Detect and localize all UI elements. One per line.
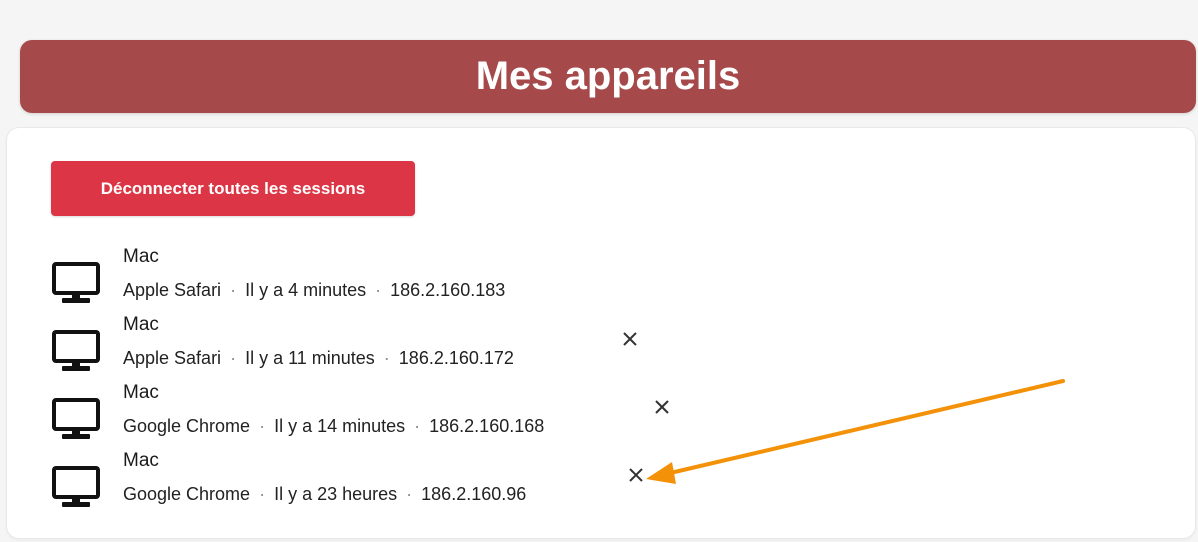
logout-all-sessions-button[interactable]: Déconnecter toutes les sessions [51, 161, 415, 216]
device-browser: Apple Safari [123, 348, 222, 368]
separator: · [230, 348, 237, 368]
separator: · [259, 416, 266, 436]
desktop-monitor-icon [52, 466, 100, 507]
device-details: Apple Safari · Il y a 11 minutes · 186.2.160… [123, 348, 514, 369]
separator: · [414, 416, 421, 436]
device-browser: Google Chrome [123, 416, 251, 436]
revoke-session-button[interactable] [625, 464, 647, 486]
device-item: Mac Google Chrome · Il y a 23 heures · 186.2… [51, 450, 751, 518]
device-item: Mac Google Chrome · Il y a 14 minutes · 186.… [51, 382, 751, 450]
separator: · [383, 348, 390, 368]
device-details: Google Chrome · Il y a 23 heures · 186.2.160… [123, 484, 526, 505]
device-name: Mac [123, 246, 159, 267]
page-title: Mes appareils [475, 54, 741, 98]
device-last-seen: Il y a 23 heures [274, 484, 398, 504]
separator: · [230, 280, 237, 300]
separator: · [406, 484, 413, 504]
close-icon [623, 332, 637, 346]
separator: · [259, 484, 266, 504]
revoke-session-button[interactable] [651, 396, 673, 418]
page-header: Mes appareils [20, 40, 1196, 113]
revoke-session-button[interactable] [619, 328, 641, 350]
device-item: Mac Apple Safari · Il y a 4 minutes · 186.2.… [51, 246, 751, 314]
device-name: Mac [123, 314, 159, 335]
close-icon [655, 400, 669, 414]
devices-card: Déconnecter toutes les sessions Mac Appl… [7, 128, 1195, 538]
device-list: Mac Apple Safari · Il y a 4 minutes · 186.2.… [51, 246, 751, 518]
desktop-monitor-icon [52, 262, 100, 303]
device-last-seen: Il y a 14 minutes [274, 416, 406, 436]
device-ip: 186.2.160.168 [429, 416, 545, 436]
close-icon [629, 468, 643, 482]
device-last-seen: Il y a 4 minutes [245, 280, 367, 300]
desktop-monitor-icon [52, 330, 100, 371]
separator: · [375, 280, 382, 300]
device-name: Mac [123, 450, 159, 471]
device-name: Mac [123, 382, 159, 403]
device-ip: 186.2.160.172 [398, 348, 514, 368]
device-item: Mac Apple Safari · Il y a 11 minutes · 186.2… [51, 314, 751, 382]
device-ip: 186.2.160.96 [421, 484, 527, 504]
device-ip: 186.2.160.183 [390, 280, 506, 300]
device-last-seen: Il y a 11 minutes [245, 348, 375, 368]
device-details: Google Chrome · Il y a 14 minutes · 186.2.16… [123, 416, 544, 437]
device-browser: Apple Safari [123, 280, 222, 300]
device-browser: Google Chrome [123, 484, 251, 504]
desktop-monitor-icon [52, 398, 100, 439]
device-details: Apple Safari · Il y a 4 minutes · 186.2.160.… [123, 280, 505, 301]
